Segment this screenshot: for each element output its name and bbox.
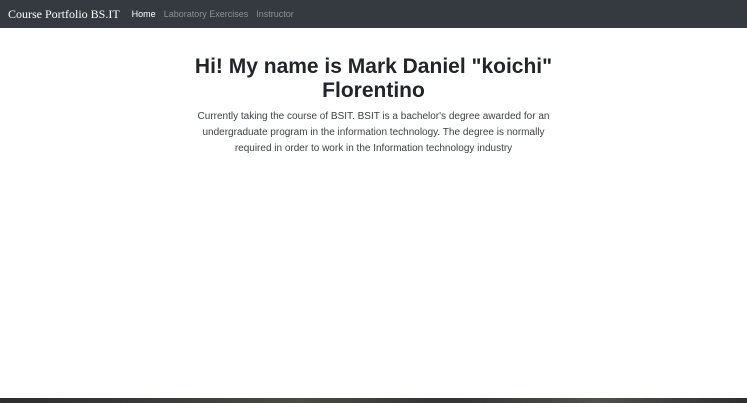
bottom-image-strip bbox=[0, 398, 747, 403]
intro-description: Currently taking the course of BSIT. BSI… bbox=[197, 111, 550, 154]
nav-link-laboratory-exercises[interactable]: Laboratory Exercises bbox=[164, 9, 249, 19]
intro-heading: Hi! My name is Mark Daniel "koichi" Flor… bbox=[194, 55, 553, 102]
top-navbar: Course Portfolio BS.IT Home Laboratory E… bbox=[0, 0, 747, 28]
nav-link-home[interactable]: Home bbox=[132, 9, 156, 19]
navbar-brand[interactable]: Course Portfolio BS.IT bbox=[8, 7, 120, 22]
intro-section: Hi! My name is Mark Daniel "koichi" Flor… bbox=[0, 55, 747, 157]
nav-link-instructor[interactable]: Instructor bbox=[256, 9, 294, 19]
